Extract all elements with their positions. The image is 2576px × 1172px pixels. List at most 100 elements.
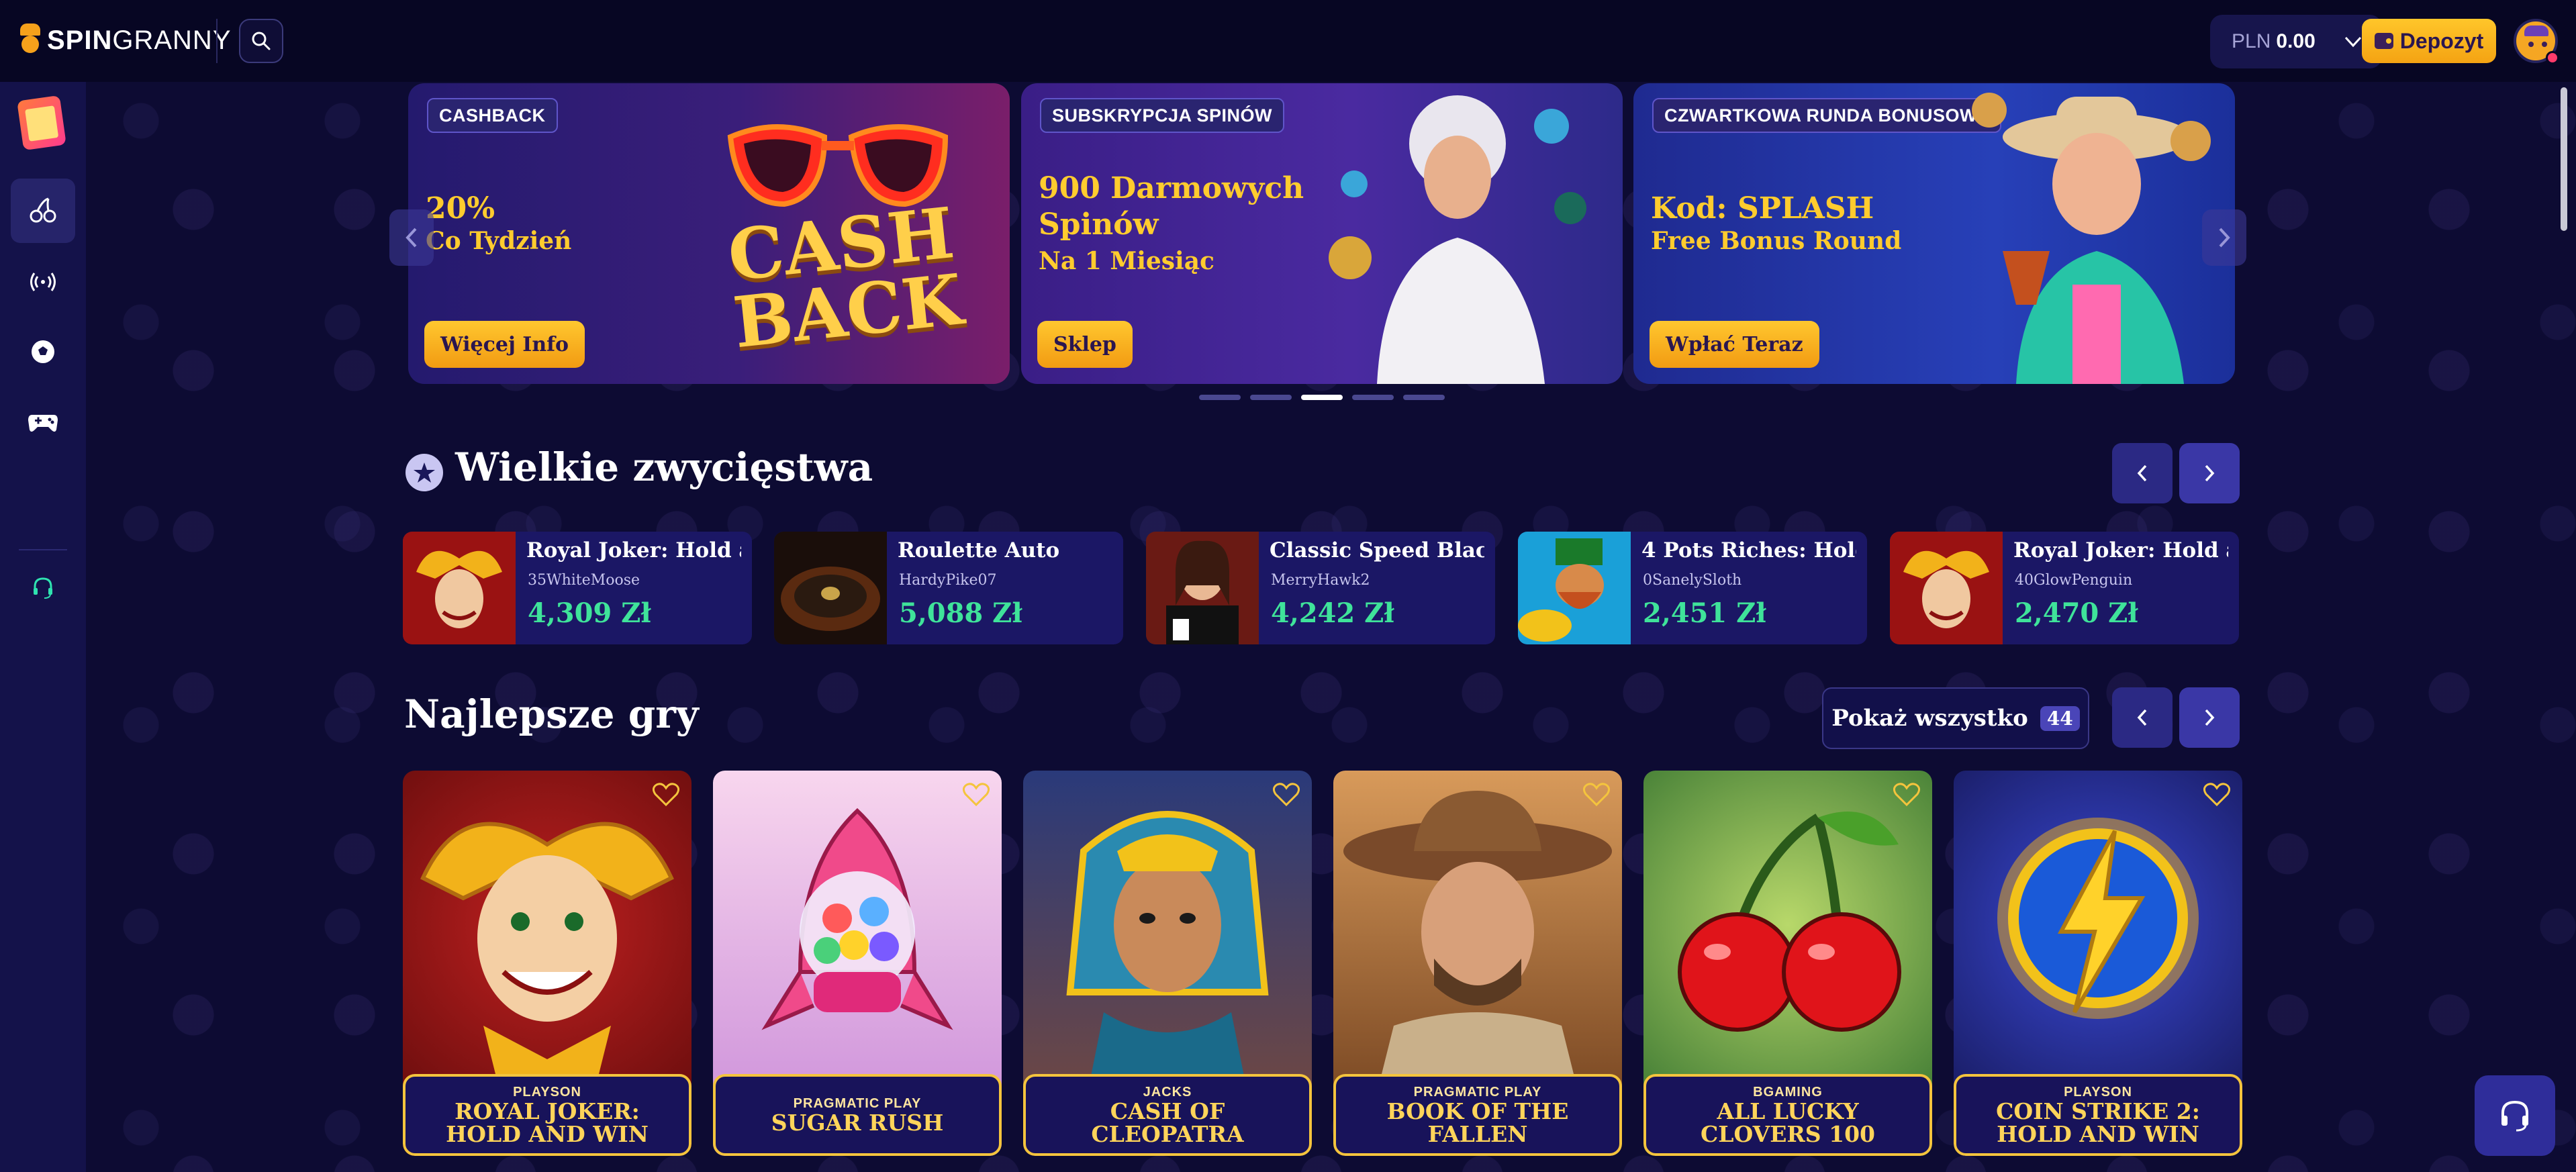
cleopatra-art (1066, 811, 1269, 1079)
win-amount: 2,470 Zł (2015, 597, 2138, 629)
deposit-button[interactable]: Depozyt (2362, 19, 2496, 63)
carousel-dot[interactable] (1250, 395, 1292, 400)
game-name: ROYAL JOKER: HOLD AND WIN (446, 1097, 649, 1147)
chevron-right-icon (2205, 709, 2215, 726)
banner-cashback[interactable]: CASHBACK 20% Co Tydzień Więcej Info CASH… (408, 83, 1010, 384)
sidebar-item-live[interactable] (11, 250, 75, 314)
carousel-prev-button[interactable] (389, 209, 434, 266)
win-username: 0SanelySloth (1643, 572, 1742, 589)
heart-icon[interactable] (1583, 783, 1610, 807)
show-all-button[interactable]: Pokaż wszystko 44 (1822, 687, 2089, 749)
star-icon (406, 454, 443, 491)
balance-currency: PLN (2232, 30, 2271, 52)
carousel-dot[interactable] (1199, 395, 1241, 400)
game-card[interactable]: BGAMING ALL LUCKY CLOVERS 100 (1643, 771, 1932, 1156)
shop-button[interactable]: Sklep (1037, 321, 1133, 368)
win-card[interactable]: 4 Pots Riches: Hold a... 0SanelySloth 2,… (1518, 532, 1867, 644)
win-amount: 2,451 Zł (1643, 597, 1766, 629)
deposit-label: Depozyt (2399, 28, 2484, 53)
win-username: 40GlowPenguin (2015, 572, 2133, 589)
cash-back-art-text: CASH BACK (724, 191, 967, 364)
headset-icon (2501, 1100, 2528, 1132)
win-amount: 5,088 Zł (899, 597, 1022, 629)
game-card[interactable]: PLAYSON COIN STRIKE 2: HOLD AND WIN (1954, 771, 2242, 1156)
win-card[interactable]: Roulette Auto HardyPike07 5,088 Zł (774, 532, 1123, 644)
granny-character-art (1329, 95, 1586, 384)
carousel-indicators (1199, 395, 1445, 400)
chevron-left-icon (406, 228, 417, 248)
win-card[interactable]: Classic Speed Blackja... MerryHawk2 4,24… (1146, 532, 1495, 644)
royal-joker-art (420, 822, 674, 1079)
header-divider (216, 19, 218, 63)
heart-icon[interactable] (1893, 783, 1920, 807)
game-card[interactable]: JACKS CASH OF CLEOPATRA (1023, 771, 1312, 1156)
game-card[interactable]: PLAYSON ROYAL JOKER: HOLD AND WIN (403, 771, 691, 1156)
win-game-name: Classic Speed Blackja... (1270, 538, 1484, 563)
carousel-dot[interactable] (1352, 395, 1394, 400)
four-pots-riches-thumbnail (1518, 532, 1631, 644)
search-button[interactable] (239, 19, 283, 63)
game-name: ALL LUCKY CLOVERS 100 (1700, 1097, 1876, 1147)
live-support-button[interactable] (2475, 1075, 2555, 1156)
win-username: MerryHawk2 (1271, 572, 1370, 589)
game-label: JACKS CASH OF CLEOPATRA (1023, 1074, 1312, 1156)
deposit-now-button[interactable]: Wpłać Teraz (1650, 321, 1819, 368)
banner-tag: CASHBACK (427, 98, 558, 133)
royal-joker-thumbnail (1890, 532, 2003, 644)
balance-amount: 0.00 (2276, 30, 2316, 52)
site-logo[interactable]: SPINGRANNY (19, 19, 232, 62)
win-username: 35WhiteMoose (528, 572, 640, 589)
heart-icon[interactable] (963, 783, 990, 807)
win-game-name: 4 Pots Riches: Hold a... (1641, 538, 1856, 563)
game-name: COIN STRIKE 2: HOLD AND WIN (1996, 1097, 2200, 1147)
chevron-right-icon (2205, 465, 2215, 482)
game-label: PLAYSON ROYAL JOKER: HOLD AND WIN (403, 1074, 691, 1156)
win-amount: 4,242 Zł (1271, 597, 1394, 629)
big-wins-prev-button[interactable] (2112, 443, 2173, 503)
live-broadcast-icon (30, 273, 56, 291)
carousel-dot-active[interactable] (1301, 395, 1343, 400)
heart-icon[interactable] (1273, 783, 1300, 807)
banner-thursday-bonus[interactable]: CZWARTKOWA RUNDA BONUSOWA Kod: SPLASH Fr… (1633, 83, 2235, 384)
top-header: SPINGRANNY PLN 0.00 Depozyt (0, 0, 2576, 82)
sidebar-item-casino[interactable] (11, 179, 75, 243)
carousel-dot[interactable] (1403, 395, 1445, 400)
games-count-badge: 44 (2040, 705, 2080, 731)
cowboy-explorer-art (1343, 791, 1612, 1079)
more-info-button[interactable]: Więcej Info (424, 321, 585, 368)
wallet-icon (2374, 33, 2393, 49)
carousel-next-button[interactable] (2202, 209, 2246, 266)
banner-title: Kod: SPLASH (1651, 191, 1874, 226)
search-icon (252, 32, 271, 50)
win-card[interactable]: Royal Joker: Hold and... 40GlowPenguin 2… (1890, 532, 2239, 644)
game-card[interactable]: PRAGMATIC PLAY SUGAR RUSH (713, 771, 1002, 1156)
blackjack-dealer-thumbnail (1146, 532, 1259, 644)
logo-text: SPINGRANNY (47, 25, 232, 55)
win-card[interactable]: Royal Joker: Hold and... 35WhiteMoose 4,… (403, 532, 752, 644)
roulette-thumbnail (774, 532, 887, 644)
sidebar-item-sports[interactable] (11, 320, 75, 384)
win-game-name: Royal Joker: Hold and... (2013, 538, 2228, 563)
game-name: CASH OF CLEOPATRA (1091, 1097, 1244, 1147)
chevron-down-icon (2344, 36, 2362, 48)
top-games-next-button[interactable] (2179, 687, 2240, 748)
banner-subtitle: Co Tydzień (426, 227, 572, 255)
page-scrollbar[interactable] (2561, 87, 2567, 231)
gamepad-icon (28, 415, 58, 432)
heart-icon[interactable] (653, 783, 679, 807)
heart-icon[interactable] (2203, 783, 2230, 807)
balance-selector[interactable]: PLN 0.00 (2210, 15, 2382, 68)
banner-spin-subscription[interactable]: SUBSKRYPCJA SPINÓW 900 Darmowych Spinów … (1021, 83, 1623, 384)
game-card[interactable]: PRAGMATIC PLAY BOOK OF THE FALLEN (1333, 771, 1622, 1156)
sidebar-divider (19, 549, 67, 550)
win-game-name: Roulette Auto (898, 538, 1060, 563)
promotions-icon[interactable] (17, 95, 66, 151)
sidebar-item-support[interactable] (11, 556, 75, 620)
lightning-coin-art (1997, 818, 2199, 1019)
top-games-prev-button[interactable] (2112, 687, 2173, 748)
sidebar-item-games[interactable] (11, 389, 75, 454)
big-wins-next-button[interactable] (2179, 443, 2240, 503)
banner-title: 20% (426, 191, 495, 226)
sports-ball-icon (32, 340, 54, 363)
win-amount: 4,309 Zł (528, 597, 651, 629)
